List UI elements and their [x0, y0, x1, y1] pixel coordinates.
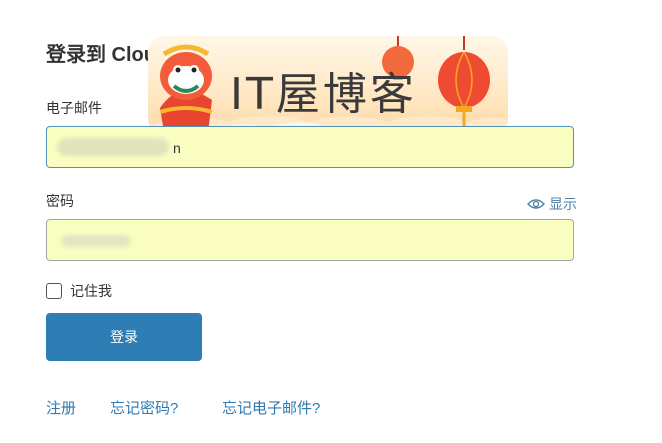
login-button[interactable]: 登录 [46, 313, 202, 361]
email-label: 电子邮件 [46, 100, 102, 116]
remember-me-checkbox[interactable] [46, 283, 62, 299]
lion-dance-icon [159, 44, 213, 132]
watermark-banner: IT屋博客 [148, 36, 508, 134]
watermark-brand-text: IT屋博客 [230, 69, 417, 120]
email-field-visible-text: n [173, 140, 181, 156]
login-page: 登录到 Cloudfl IT屋博客 电子邮件 n 密码 显示 记住我 登录 注册… [0, 0, 662, 443]
remember-me-row[interactable]: 记住我 [46, 281, 112, 301]
remember-me-label: 记住我 [70, 283, 112, 299]
forgot-password-link[interactable]: 忘记密码? [110, 397, 178, 418]
password-field[interactable] [46, 219, 574, 261]
show-password-toggle[interactable]: 显示 [527, 194, 577, 214]
redacted-password-blur [61, 235, 131, 247]
eye-icon [527, 199, 545, 209]
email-field[interactable]: n [46, 126, 574, 168]
forgot-email-link[interactable]: 忘记电子邮件? [222, 397, 320, 418]
redacted-email-blur [57, 138, 169, 156]
register-link[interactable]: 注册 [46, 397, 76, 418]
lantern-icon [438, 36, 490, 130]
password-label: 密码 [46, 193, 74, 209]
show-password-label: 显示 [549, 196, 577, 212]
